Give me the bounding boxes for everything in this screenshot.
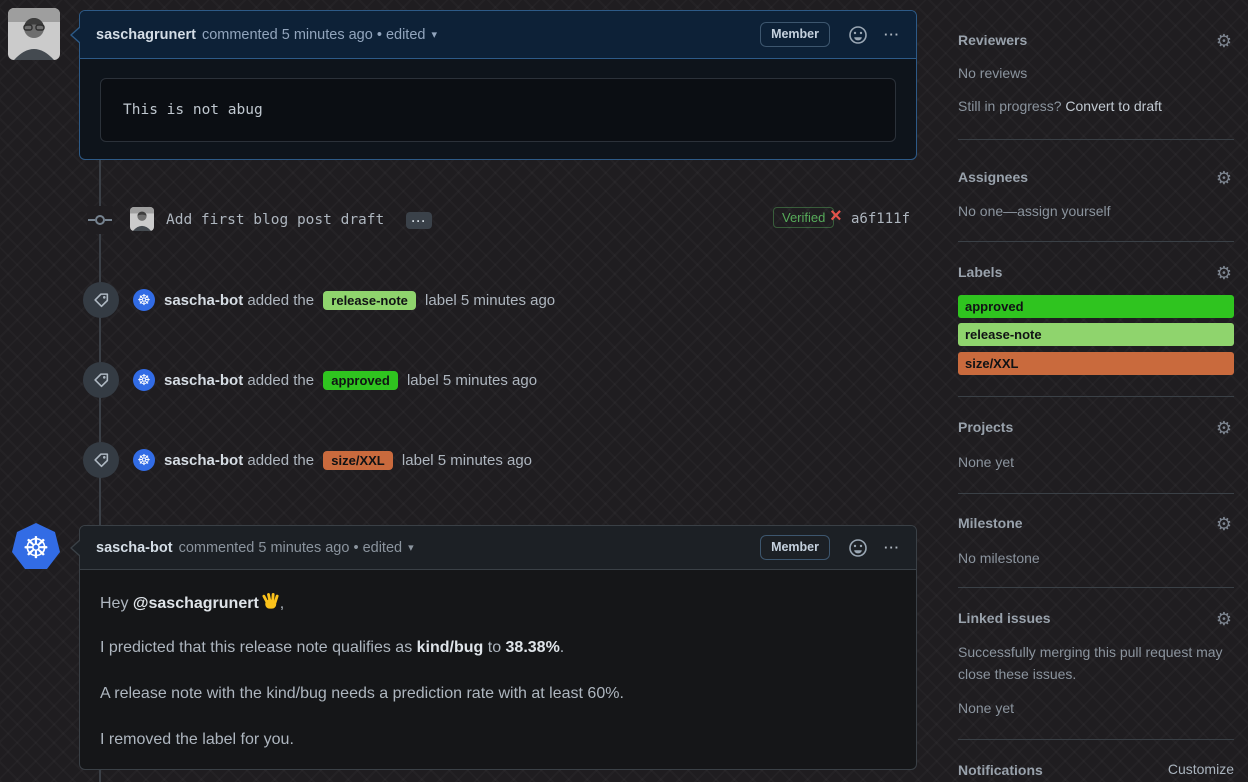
commit-icon <box>87 206 113 234</box>
divider <box>958 396 1234 397</box>
divider <box>958 241 1234 242</box>
tag-icon <box>83 282 119 318</box>
commit-sha-link[interactable]: a6f111f <box>851 211 910 227</box>
comment-header: sascha-bot commented 5 minutes ago • edi… <box>80 526 916 570</box>
comment-author[interactable]: saschagrunert <box>96 27 196 43</box>
gear-icon[interactable]: ⚙ <box>1216 515 1232 533</box>
event-text: sascha-bot added the approved label 5 mi… <box>164 370 538 390</box>
gear-icon[interactable]: ⚙ <box>1216 610 1232 628</box>
gear-icon[interactable]: ⚙ <box>1216 32 1232 50</box>
greeting-line: Hey @saschagrunert, <box>100 592 284 613</box>
verified-badge[interactable]: Verified <box>773 207 835 228</box>
event-actor[interactable]: sascha-bot <box>164 452 243 469</box>
milestone-empty-text: No milestone <box>958 550 1040 566</box>
sidebar: Reviewers ⚙ No reviews Still in progress… <box>958 0 1234 782</box>
label-pill[interactable]: approved <box>323 370 398 390</box>
comment-meta: commented 5 minutes ago • edited <box>178 539 403 556</box>
kubernetes-wheel-icon: ☸ <box>137 451 151 469</box>
event-text: sascha-bot added the release-note label … <box>164 290 556 310</box>
convert-to-draft-link[interactable]: Convert to draft <box>1065 98 1162 114</box>
edited-dropdown-caret-icon[interactable]: ▾ <box>408 541 414 554</box>
tag-icon <box>83 442 119 478</box>
kebab-menu-icon[interactable]: ··· <box>884 540 900 555</box>
event-text: sascha-bot added the size/XXL label 5 mi… <box>164 450 533 470</box>
divider <box>958 139 1234 140</box>
gear-icon[interactable]: ⚙ <box>1216 419 1232 437</box>
comment-saschagrunert: saschagrunert commented 5 minutes ago • … <box>70 10 917 160</box>
prediction-line: I predicted that this release note quali… <box>100 639 565 656</box>
comment-sascha-bot: sascha-bot commented 5 minutes ago • edi… <box>70 525 917 770</box>
commit-message-link[interactable]: Add first blog post draft <box>166 212 384 228</box>
label-event-size-xxl: ☸ sascha-bot added the size/XXL label 5 … <box>83 442 532 478</box>
reviewers-empty-text: No reviews <box>958 65 1028 81</box>
label-event-release-note: ☸ sascha-bot added the release-note labe… <box>83 282 555 318</box>
comment-author[interactable]: sascha-bot <box>96 540 173 556</box>
sascha-bot-avatar[interactable]: ☸ <box>133 369 155 391</box>
sidebar-label-approved[interactable]: approved <box>958 295 1234 318</box>
notifications-heading: Notifications <box>958 762 1043 778</box>
divider <box>958 493 1234 494</box>
kubernetes-wheel-icon: ☸ <box>137 371 151 389</box>
person-photo-icon <box>130 207 154 231</box>
projects-empty-text: None yet <box>958 454 1015 470</box>
label-pill[interactable]: size/XXL <box>323 450 393 470</box>
comment-code-block: This is not abug <box>100 78 896 142</box>
pr-conversation-page: saschagrunert commented 5 minutes ago • … <box>0 0 1248 782</box>
divider <box>958 739 1234 740</box>
assignees-heading: Assignees <box>958 169 1029 185</box>
labels-heading: Labels <box>958 264 1003 280</box>
linked-issues-empty-text: None yet <box>958 700 1015 716</box>
person-photo-icon <box>8 8 60 60</box>
milestone-heading: Milestone <box>958 515 1023 531</box>
event-actor[interactable]: sascha-bot <box>164 372 243 389</box>
edited-dropdown-caret-icon[interactable]: ▾ <box>431 28 437 41</box>
linked-issues-heading: Linked issues <box>958 610 1051 626</box>
kubernetes-wheel-icon: ☸ <box>137 291 151 309</box>
status-check-failed-icon[interactable]: × <box>830 205 842 228</box>
mention-link[interactable]: @saschagrunert <box>133 595 259 612</box>
member-badge[interactable]: Member <box>760 535 830 560</box>
reviewers-heading: Reviewers <box>958 32 1028 48</box>
projects-heading: Projects <box>958 419 1014 435</box>
assignees-empty-text[interactable]: No one—assign yourself <box>958 200 1111 222</box>
removed-label-line: I removed the label for you. <box>100 731 294 748</box>
label-event-approved: ☸ sascha-bot added the approved label 5 … <box>83 362 537 398</box>
sidebar-label-release-note[interactable]: release-note <box>958 323 1234 346</box>
sascha-bot-avatar[interactable]: ☸ <box>133 449 155 471</box>
member-badge[interactable]: Member <box>760 22 830 47</box>
tag-icon <box>83 362 119 398</box>
gear-icon[interactable]: ⚙ <box>1216 264 1232 282</box>
commit-author-avatar[interactable] <box>130 207 154 231</box>
convert-to-draft-line: Still in progress? Convert to draft <box>958 98 1162 114</box>
requirement-line: A release note with the kind/bug needs a… <box>100 685 624 702</box>
gear-icon[interactable]: ⚙ <box>1216 169 1232 187</box>
kubernetes-wheel-icon: ☸ <box>23 532 50 565</box>
emoji-reaction-icon[interactable] <box>848 25 868 45</box>
wave-emoji <box>262 592 279 609</box>
linked-issues-description: Successfully merging this pull request m… <box>958 644 1223 682</box>
label-pill[interactable]: release-note <box>323 290 416 310</box>
kebab-menu-icon[interactable]: ··· <box>884 27 900 42</box>
event-actor[interactable]: sascha-bot <box>164 292 243 309</box>
emoji-reaction-icon[interactable] <box>848 538 868 558</box>
avatar-saschagrunert[interactable] <box>8 8 60 60</box>
sidebar-label-size-xxl[interactable]: size/XXL <box>958 352 1234 375</box>
comment-meta: commented 5 minutes ago • edited <box>201 26 426 43</box>
commit-description-toggle[interactable]: ··· <box>406 212 432 229</box>
divider <box>958 587 1234 588</box>
customize-link[interactable]: Customize <box>1168 761 1234 777</box>
comment-header: saschagrunert commented 5 minutes ago • … <box>80 11 916 59</box>
sascha-bot-avatar[interactable]: ☸ <box>133 289 155 311</box>
avatar-sascha-bot[interactable]: ☸ <box>10 521 62 573</box>
